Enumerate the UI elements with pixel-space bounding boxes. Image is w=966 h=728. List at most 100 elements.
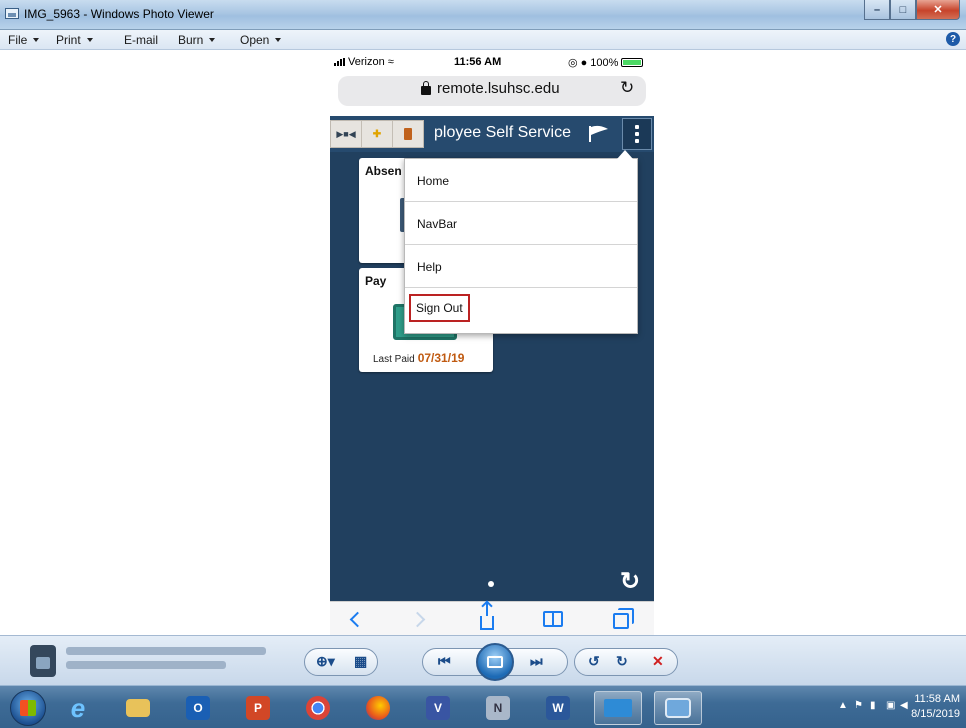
- bookmarks-icon: [543, 611, 563, 627]
- maximize-button[interactable]: □: [890, 0, 916, 20]
- show-hidden-icons-icon[interactable]: ▲: [838, 700, 848, 711]
- signal-bars-icon: [334, 58, 345, 66]
- next-icon[interactable]: ⏭: [530, 653, 543, 670]
- delete-icon[interactable]: ✕: [652, 653, 664, 670]
- chrome-icon[interactable]: [294, 691, 342, 725]
- chevron-down-icon: [86, 38, 93, 42]
- battery-icon: [621, 58, 644, 67]
- chevron-down-icon: [275, 38, 282, 42]
- internet-explorer-icon[interactable]: e: [54, 691, 102, 725]
- file-info-blurred: [66, 647, 296, 675]
- reload-icon[interactable]: ↻: [620, 78, 634, 98]
- menu-file[interactable]: File: [8, 33, 40, 47]
- system-tray: ▲ ⚑ ▮ ▣ ◀ 11:58 AM 8/15/2019: [838, 686, 966, 728]
- actual-size-icon[interactable]: ▦: [354, 653, 367, 670]
- exit-door-icon[interactable]: [393, 121, 423, 147]
- actions-menu-button[interactable]: [622, 118, 652, 150]
- word-icon[interactable]: W: [534, 691, 582, 725]
- menu-email-label: E-mail: [124, 33, 159, 47]
- network-icon[interactable]: ▣: [886, 700, 895, 711]
- page-indicator-dot: [488, 581, 494, 587]
- forward-button[interactable]: [408, 608, 430, 630]
- flag-icon[interactable]: [588, 125, 610, 143]
- help-icon[interactable]: ?: [946, 32, 960, 46]
- slideshow-icon: [487, 656, 503, 668]
- onenote-icon[interactable]: N: [474, 691, 522, 725]
- bookmarks-button[interactable]: [542, 608, 564, 630]
- carrier-name: Verizon: [348, 56, 385, 68]
- chevron-down-icon: [33, 38, 40, 42]
- menu-item-sign-out[interactable]: Sign Out: [405, 288, 637, 331]
- rotate-right-icon[interactable]: ↻: [616, 653, 628, 670]
- action-center-flag-icon[interactable]: ⚑: [854, 700, 863, 711]
- menu-print-label: Print: [56, 33, 81, 47]
- safari-address-bar: remote.lsuhsc.edu ↻: [330, 72, 654, 116]
- refresh-icon[interactable]: ↻: [620, 567, 640, 596]
- share-icon: [480, 602, 494, 630]
- visio-icon[interactable]: V: [414, 691, 462, 725]
- powerpoint-icon[interactable]: P: [234, 691, 282, 725]
- rotate-left-icon[interactable]: ↺: [588, 653, 600, 670]
- safari-toolbar: [330, 601, 654, 635]
- address-url: remote.lsuhsc.edu: [421, 80, 560, 97]
- sign-out-highlight[interactable]: Sign Out: [409, 294, 470, 322]
- title-bar: IMG_5963 - Windows Photo Viewer – □ ✕: [0, 0, 966, 30]
- absence-tile-title: Absen: [365, 164, 402, 178]
- add-favorite-icon[interactable]: ✚: [362, 121, 393, 147]
- menu-item-help[interactable]: Help: [405, 245, 637, 288]
- menu-item-navbar[interactable]: NavBar: [405, 202, 637, 245]
- share-button[interactable]: [476, 602, 498, 630]
- nav-toggle-icon[interactable]: ▶■◀: [331, 121, 362, 147]
- photo-viewer-window: IMG_5963 - Windows Photo Viewer – □ ✕ Fi…: [0, 0, 966, 728]
- file-thumbnail: [30, 645, 56, 677]
- menu-burn-label: Burn: [178, 33, 204, 47]
- menu-item-home[interactable]: Home: [405, 159, 637, 202]
- kebab-dot: [635, 125, 639, 129]
- outlook-icon[interactable]: O: [174, 691, 222, 725]
- tabs-button[interactable]: [612, 608, 634, 630]
- carrier: Verizon ≈: [334, 56, 394, 68]
- menu-file-label: File: [8, 33, 28, 47]
- photo-viewer-app-icon: [5, 8, 19, 19]
- menu-burn[interactable]: Burn: [178, 33, 216, 47]
- power-icon[interactable]: ▮: [870, 700, 876, 711]
- menu-print[interactable]: Print: [56, 33, 93, 47]
- clock-date: 8/15/2019: [911, 708, 960, 720]
- last-paid-label: Last Paid: [373, 354, 415, 365]
- menu-email[interactable]: E-mail: [124, 33, 158, 47]
- start-button[interactable]: [10, 690, 46, 726]
- kebab-dot: [635, 132, 639, 136]
- slideshow-button[interactable]: [476, 643, 514, 681]
- back-button[interactable]: [344, 608, 366, 630]
- menu-open-label: Open: [240, 33, 270, 47]
- viewer-controls-bar: ⊕▾ ▦ ⏮ ⏭ ↺ ↻ ✕: [0, 635, 966, 685]
- chevron-down-icon: [209, 38, 216, 42]
- pay-tile-title: Pay: [365, 274, 387, 288]
- chevron-right-icon: [409, 611, 425, 627]
- zoom-icon[interactable]: ⊕▾: [316, 653, 335, 670]
- lock-icon: [421, 81, 431, 95]
- photo-viewer-icon[interactable]: [654, 691, 702, 725]
- window-title: IMG_5963 - Windows Photo Viewer: [24, 7, 214, 21]
- previous-icon[interactable]: ⏮: [438, 653, 451, 670]
- last-paid: Last Paid 07/31/19: [373, 351, 464, 365]
- menu-item-navbar-label: NavBar: [417, 217, 458, 231]
- windows-taskbar: e O P V N W ▲ ⚑ ▮ ▣ ◀ 11:58 AM 8/15/2019: [0, 685, 966, 728]
- file-explorer-icon[interactable]: [114, 691, 162, 725]
- close-button[interactable]: ✕: [916, 0, 960, 20]
- displayed-phone-screenshot: Verizon ≈ 11:56 AM ◎ ● 100% remote.lsuhs…: [330, 52, 654, 635]
- battery-percent: 100%: [590, 56, 619, 69]
- kebab-dot: [635, 139, 639, 143]
- menu-open[interactable]: Open: [240, 33, 282, 47]
- ios-status-bar: Verizon ≈ 11:56 AM ◎ ● 100%: [330, 52, 654, 72]
- alarm-icon: ●: [580, 56, 588, 69]
- clock-time: 11:58 AM: [914, 693, 960, 705]
- location-icon: ◎: [568, 57, 578, 69]
- minimize-button[interactable]: –: [864, 0, 890, 20]
- remote-desktop-icon[interactable]: [594, 691, 642, 725]
- app-title: ployee Self Service: [434, 124, 571, 141]
- chevron-left-icon: [349, 611, 365, 627]
- tabs-icon: [613, 608, 634, 629]
- firefox-icon[interactable]: [354, 691, 402, 725]
- clock[interactable]: 11:58 AM 8/15/2019: [904, 692, 960, 722]
